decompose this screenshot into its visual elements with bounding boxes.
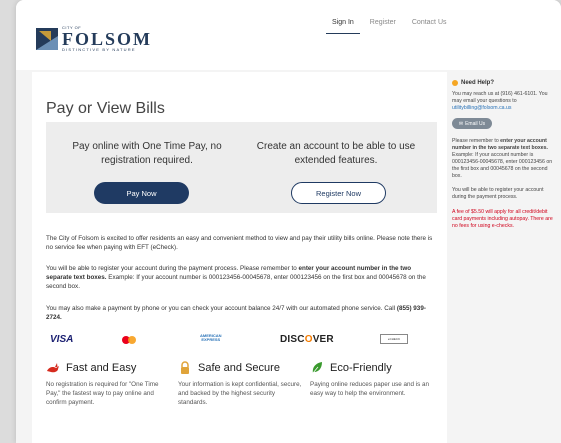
leaf-icon [312, 362, 322, 374]
feature-title: Safe and Secure [198, 362, 280, 374]
logo-name: FOLSOM [62, 29, 153, 49]
register-note: You will be able to register your accoun… [452, 187, 544, 200]
email-us-button[interactable]: ✉ Email Us [452, 118, 492, 129]
cta-panel: Pay online with One Time Pay, no registr… [46, 122, 437, 213]
rabbit-icon [47, 363, 59, 373]
feature-fast-and-easy: Fast and Easy No registration is require… [46, 360, 171, 407]
top-nav: Sign In Register Contact Us [326, 19, 463, 34]
one-time-pay-text: Pay online with One Time Pay, no registr… [72, 141, 222, 166]
echeck-logo: eCHECK [380, 334, 408, 344]
nav-contact-us[interactable]: Contact Us [412, 19, 447, 34]
feature-title: Fast and Easy [66, 362, 137, 374]
city-logo[interactable]: CITY OF FOLSOM DISTINCTIVE BY NATURE [36, 26, 152, 52]
logo-tagline: DISTINCTIVE BY NATURE [62, 47, 136, 52]
feature-title: Eco-Friendly [330, 362, 392, 374]
fee-note: A fee of $5.50 will apply for all credit… [452, 209, 553, 229]
intro-paragraph: The City of Folsom is excited to offer r… [46, 235, 433, 251]
register-now-button[interactable]: Register Now [291, 182, 386, 204]
amex-logo: AMERICAN EXPRESS [200, 333, 222, 342]
feature-description: Your information is kept confidential, s… [178, 381, 302, 406]
feature-safe-and-secure: Safe and Secure Your information is kept… [178, 360, 303, 407]
reminder-text: Please remember to enter your account nu… [452, 138, 553, 179]
nav-register[interactable]: Register [370, 19, 396, 34]
feature-description: No registration is required for "One Tim… [46, 381, 159, 406]
header: CITY OF FOLSOM DISTINCTIVE BY NATURE Sig… [16, 0, 561, 70]
register-paragraph: You will be able to register your accoun… [46, 265, 426, 290]
page: CITY OF FOLSOM DISTINCTIVE BY NATURE Sig… [16, 0, 561, 443]
mail-icon: ✉ [458, 120, 464, 127]
nav-sign-in[interactable]: Sign In [326, 19, 360, 34]
help-icon [452, 80, 458, 86]
feature-eco-friendly: Eco-Friendly Paying online reduces paper… [310, 360, 435, 398]
lock-icon [181, 361, 189, 374]
help-email-link[interactable]: utilitybilling@folsom.ca.us [452, 105, 511, 111]
phone-paragraph: You may also make a payment by phone or … [46, 305, 426, 321]
main-content: Pay or View Bills Pay online with One Ti… [32, 72, 447, 443]
feature-description: Paying online reduces paper use and is a… [310, 381, 430, 397]
create-account-text: Create an account to be able to use exte… [256, 141, 416, 166]
mastercard-logo [122, 336, 136, 344]
pay-now-button[interactable]: Pay Now [94, 182, 189, 204]
discover-logo: DISCOVER [280, 334, 334, 345]
payment-methods: VISA AMERICAN EXPRESS DISCOVER eCHECK [46, 334, 426, 348]
page-title: Pay or View Bills [46, 100, 165, 117]
help-sidebar: Need Help? You may reach us at (916) 461… [452, 80, 556, 230]
help-text: You may reach us at (916) 461-6101. You … [452, 91, 548, 111]
visa-logo: VISA [50, 334, 74, 345]
logo-mark-icon [36, 28, 58, 50]
help-heading: Need Help? [452, 80, 556, 86]
